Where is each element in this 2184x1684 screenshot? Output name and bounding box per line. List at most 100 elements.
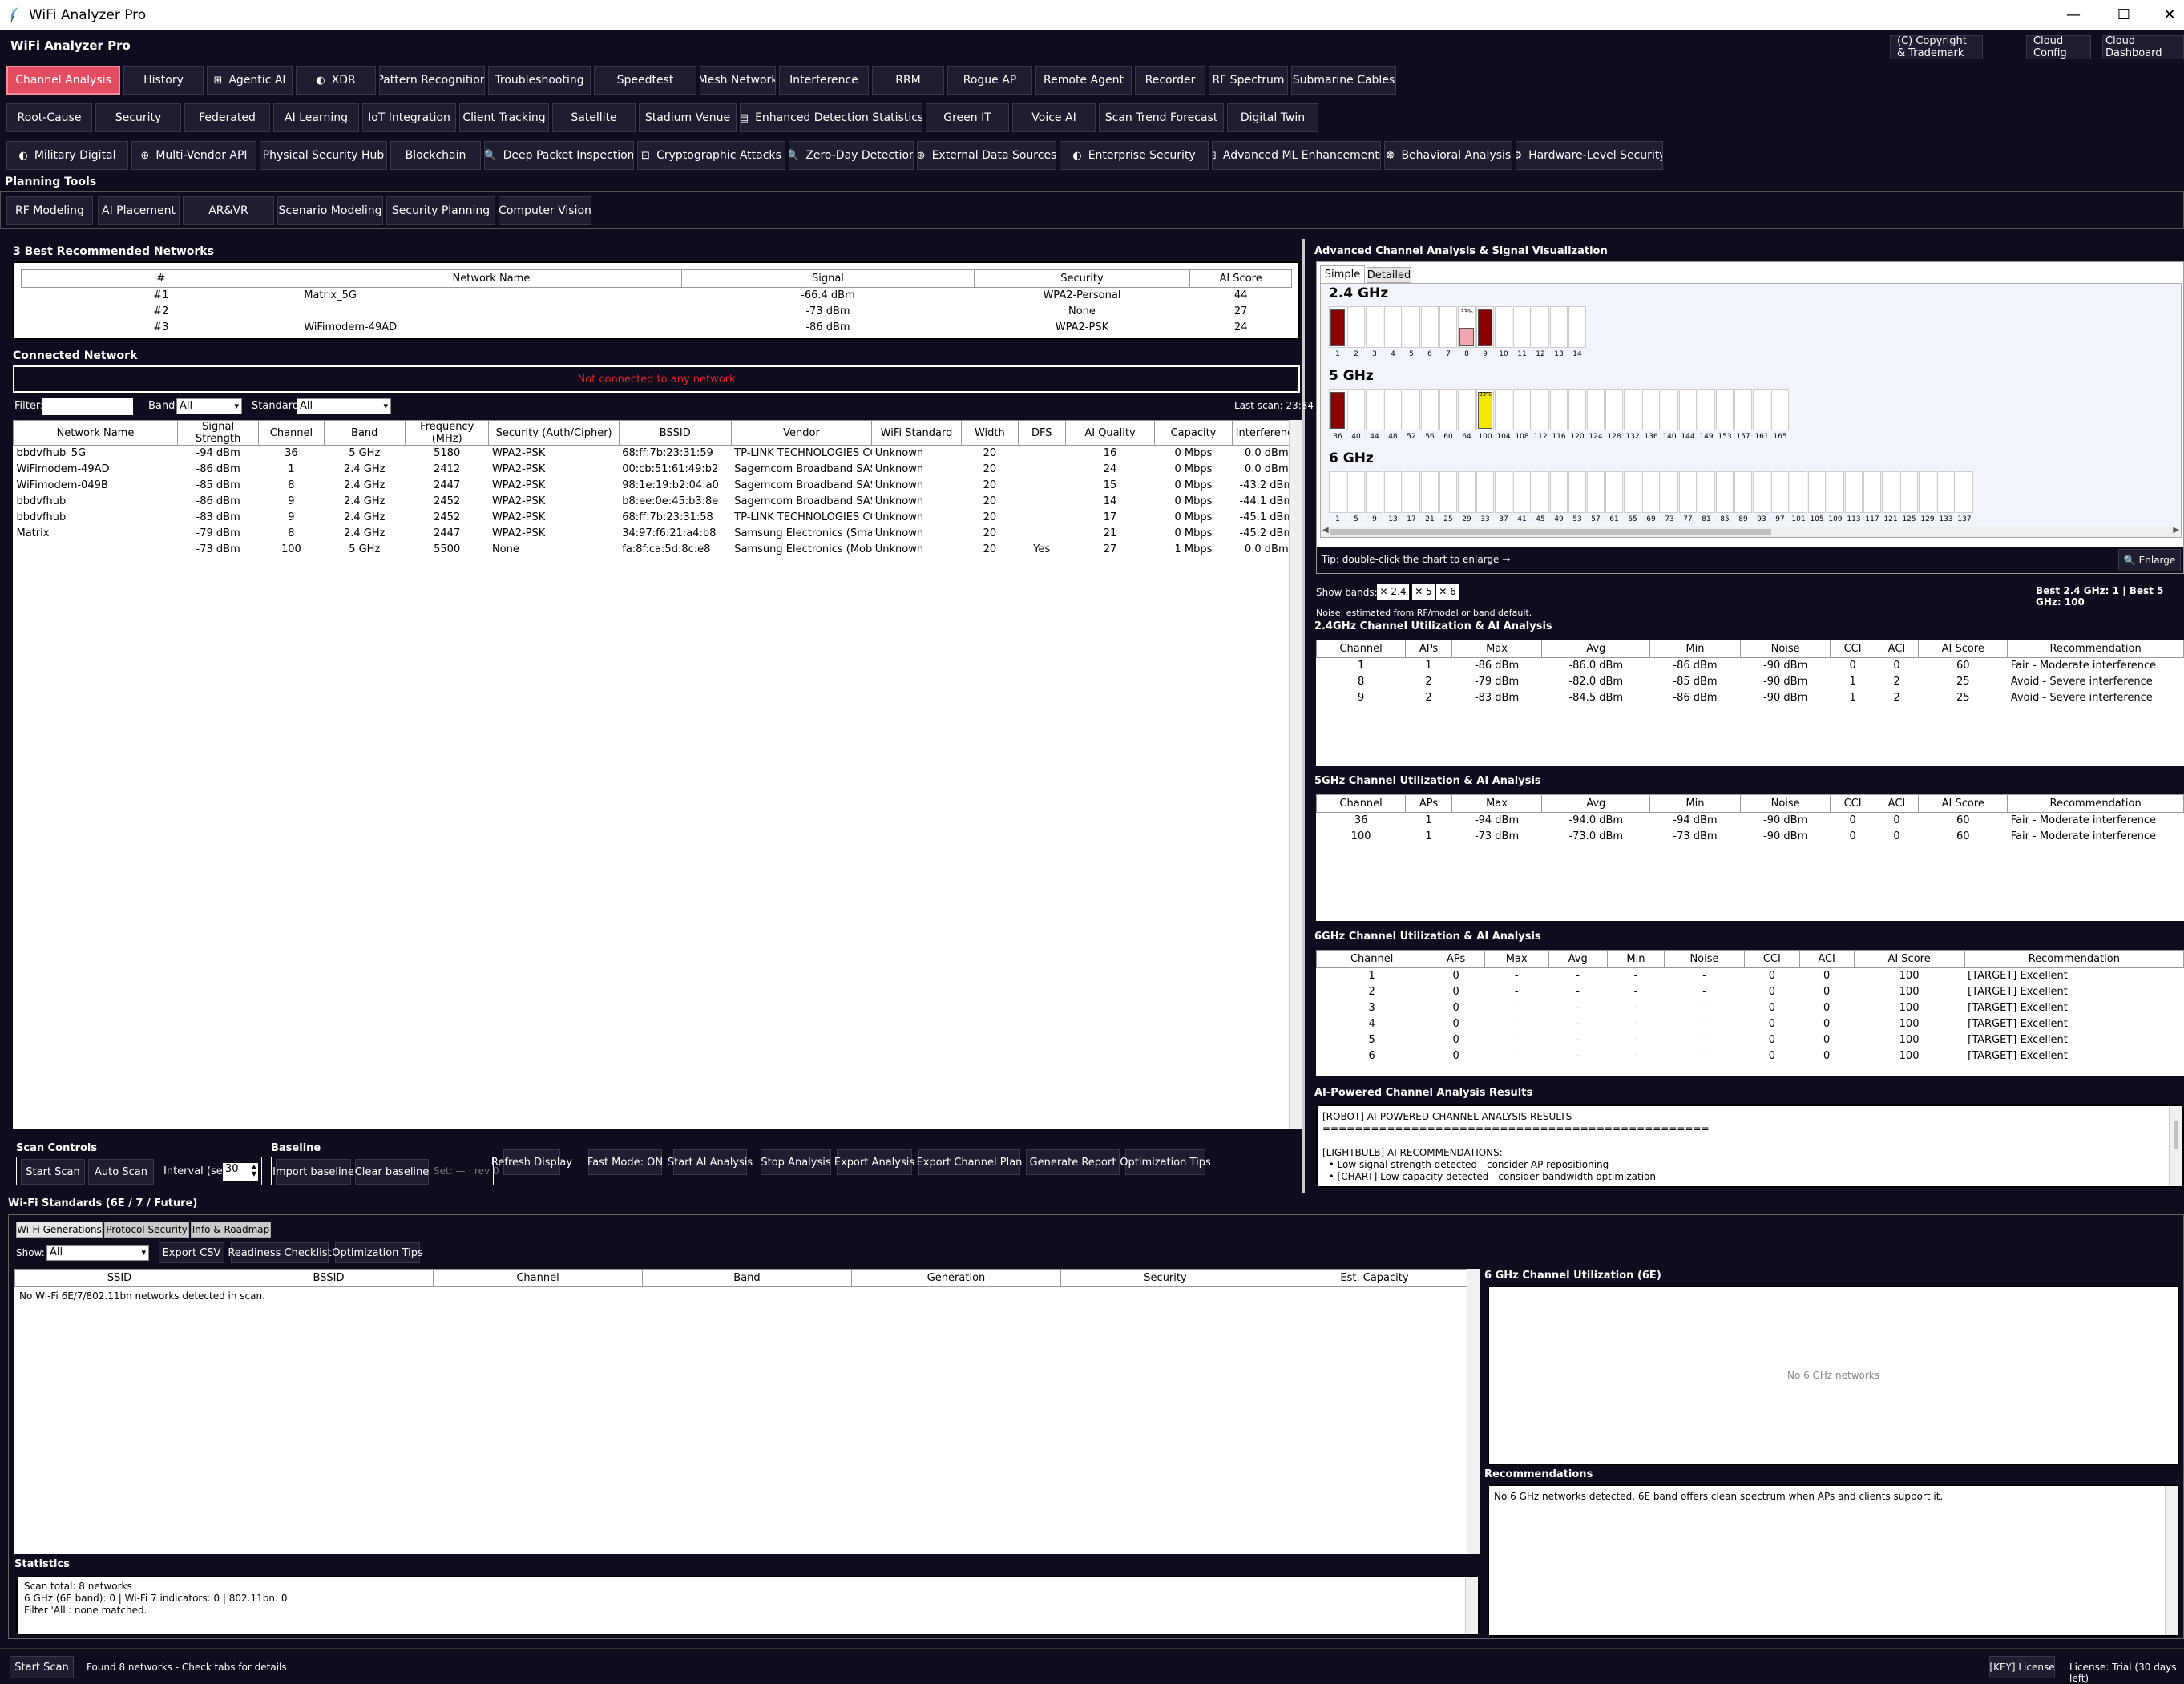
- channel-slot-14[interactable]: [1568, 306, 1586, 348]
- net-col-network-name[interactable]: Network Name: [13, 420, 178, 446]
- tab-xdr[interactable]: ◐ XDR: [296, 66, 376, 95]
- net-col-width[interactable]: Width: [960, 420, 1019, 446]
- util-col-recommendation[interactable]: Recommendation: [2007, 640, 2184, 658]
- wifi-col-generation[interactable]: Generation: [851, 1269, 1061, 1287]
- export-analysis-button[interactable]: Export Analysis: [834, 1149, 914, 1175]
- tab-deep-packet-inspection[interactable]: 🔍 Deep Packet Inspection: [484, 141, 634, 170]
- util-col-cci[interactable]: CCI: [1830, 794, 1875, 813]
- planning-tab-scenario-modeling[interactable]: Scenario Modeling: [277, 196, 383, 225]
- channel-slot-125[interactable]: [1900, 471, 1918, 513]
- util-col-max[interactable]: Max: [1451, 640, 1543, 658]
- tab-rrm[interactable]: RRM: [872, 66, 944, 95]
- tab-advanced-ml-enhancements[interactable]: ⊞ Advanced ML Enhancements: [1212, 141, 1381, 170]
- net-col-signal-strength[interactable]: Signal Strength: [176, 420, 260, 446]
- tab-zero-day-detection[interactable]: 🔍 Zero-Day Detection: [789, 141, 914, 170]
- channel-slot-60[interactable]: [1439, 389, 1457, 430]
- tab-enhanced-detection-statistics[interactable]: ▤ Enhanced Detection Statistics: [740, 103, 922, 132]
- net-col-channel[interactable]: Channel: [258, 420, 325, 446]
- channel-slot-33[interactable]: [1476, 471, 1494, 513]
- channel-slot-128[interactable]: [1605, 389, 1623, 430]
- channel-slot-129[interactable]: [1919, 471, 1936, 513]
- channel-slot-11[interactable]: [1513, 306, 1531, 348]
- util-col-aps[interactable]: APs: [1405, 794, 1452, 813]
- tab-interference[interactable]: Interference: [779, 66, 869, 95]
- net-col-wifi-standard[interactable]: WiFi Standard: [871, 420, 962, 446]
- table-row[interactable]: WiFimodem-49AD -86 dBm 1 2.4 GHz 2412 WPA2-PS…: [14, 462, 1302, 478]
- channel-chart-area[interactable]: 2.4 GHz 1 2 3 4 5 6 7 33% 8 9 10 11 12 13 14 5 GHz 36 4…: [1320, 283, 2182, 538]
- channel-slot-13[interactable]: [1384, 471, 1402, 513]
- tab-mesh-network[interactable]: Mesh Network: [700, 66, 776, 95]
- net-col-dfs[interactable]: DFS: [1017, 420, 1066, 446]
- rec-col-[interactable]: #: [21, 269, 301, 288]
- rec-col-network-name[interactable]: Network Name: [300, 269, 683, 288]
- net-col-vendor[interactable]: Vendor: [730, 420, 873, 446]
- optimization-tips-button[interactable]: Optimization Tips: [1120, 1149, 1211, 1175]
- tab-troubleshooting[interactable]: Troubleshooting: [488, 66, 591, 95]
- channel-slot-52[interactable]: [1403, 389, 1420, 430]
- util-col-cci[interactable]: CCI: [1743, 950, 1800, 968]
- tab-speedtest[interactable]: Speedtest: [594, 66, 696, 95]
- channel-slot-44[interactable]: [1366, 389, 1383, 430]
- recommended-row[interactable]: #1 Matrix_5G -66.4 dBm WPA2-Personal 44: [22, 288, 1292, 304]
- channel-slot-21[interactable]: [1421, 471, 1439, 513]
- tab-physical-security-hub[interactable]: Physical Security Hub: [260, 141, 387, 170]
- util-col-max[interactable]: Max: [1451, 794, 1543, 813]
- wifi-col-security[interactable]: Security: [1060, 1269, 1270, 1287]
- channel-slot-165[interactable]: [1771, 389, 1789, 430]
- tab-root-cause[interactable]: Root-Cause: [6, 103, 92, 132]
- util-col-noise[interactable]: Noise: [1739, 640, 1831, 658]
- tab-blockchain[interactable]: Blockchain: [390, 141, 481, 170]
- net-col-band[interactable]: Band: [323, 420, 406, 446]
- tab-wifi-generations[interactable]: Wi-Fi Generations: [16, 1222, 103, 1238]
- channel-slot-100[interactable]: 33%: [1476, 389, 1494, 430]
- channel-slot-153[interactable]: [1716, 389, 1734, 430]
- stop-analysis-button[interactable]: Stop Analysis: [761, 1149, 831, 1175]
- util-col-aci[interactable]: ACI: [1874, 794, 1920, 813]
- channel-slot-109[interactable]: [1827, 471, 1844, 513]
- util-col-recommendation[interactable]: Recommendation: [1964, 950, 2184, 968]
- net-col-bssid[interactable]: BSSID: [618, 420, 732, 446]
- channel-slot-108[interactable]: [1513, 389, 1531, 430]
- channel-slot-149[interactable]: [1698, 389, 1715, 430]
- tab-external-data-sources[interactable]: ⊕ External Data Sources: [917, 141, 1056, 170]
- auto-scan-button[interactable]: Auto Scan: [88, 1159, 154, 1185]
- channel-slot-104[interactable]: [1495, 389, 1512, 430]
- enlarge-button[interactable]: 🔍 Enlarge: [2118, 549, 2181, 571]
- table-row[interactable]: bbdvfhub -86 dBm 9 2.4 GHz 2452 WPA2-PSK b8:ee…: [14, 494, 1302, 510]
- recommendations-scrollbar[interactable]: [2165, 1486, 2178, 1635]
- table-row[interactable]: 1 0 - - - - 0 0 100 [TARGET] Excellent: [1317, 968, 2184, 984]
- util-col-aci[interactable]: ACI: [1874, 640, 1920, 658]
- tab-history[interactable]: History: [123, 66, 204, 95]
- channel-slot-48[interactable]: [1384, 389, 1402, 430]
- channel-slot-53[interactable]: [1568, 471, 1586, 513]
- planning-tab-security-planning[interactable]: Security Planning: [386, 196, 495, 225]
- channel-slot-1[interactable]: [1329, 306, 1346, 348]
- util-col-avg[interactable]: Avg: [1541, 640, 1651, 658]
- channel-slot-121[interactable]: [1882, 471, 1899, 513]
- channel-slot-17[interactable]: [1403, 471, 1420, 513]
- channel-slot-45[interactable]: [1532, 471, 1549, 513]
- clear-baseline-button[interactable]: Clear baseline: [355, 1159, 429, 1185]
- util-col-noise[interactable]: Noise: [1739, 794, 1831, 813]
- band-toggle-24[interactable]: ✕ 2.4: [1377, 584, 1409, 600]
- start-ai-analysis-button[interactable]: Start AI Analysis: [668, 1149, 753, 1175]
- wifi-col-est-capacity[interactable]: Est. Capacity: [1270, 1269, 1480, 1287]
- util-col-avg[interactable]: Avg: [1541, 794, 1651, 813]
- util-col-ai-score[interactable]: AI Score: [1918, 794, 2008, 813]
- tab-scan-trend-forecast[interactable]: Scan Trend Forecast: [1099, 103, 1224, 132]
- util-col-ai-score[interactable]: AI Score: [1918, 640, 2008, 658]
- rec-col-signal[interactable]: Signal: [681, 269, 975, 288]
- util-col-ai-score[interactable]: AI Score: [1853, 950, 1965, 968]
- channel-slot-29[interactable]: [1458, 471, 1476, 513]
- channel-slot-85[interactable]: [1716, 471, 1734, 513]
- tab-simple[interactable]: Simple: [1320, 265, 1365, 283]
- channel-slot-124[interactable]: [1587, 389, 1605, 430]
- refresh-display-button[interactable]: Refresh Display: [491, 1149, 572, 1175]
- channel-slot-77[interactable]: [1679, 471, 1697, 513]
- util-col-avg[interactable]: Avg: [1548, 950, 1608, 968]
- channel-slot-157[interactable]: [1734, 389, 1752, 430]
- channel-slot-120[interactable]: [1568, 389, 1586, 430]
- channel-slot-140[interactable]: [1661, 389, 1678, 430]
- tab-info-roadmap[interactable]: Info & Roadmap: [191, 1222, 271, 1238]
- cloud-config-button[interactable]: Cloud Config: [2026, 35, 2091, 59]
